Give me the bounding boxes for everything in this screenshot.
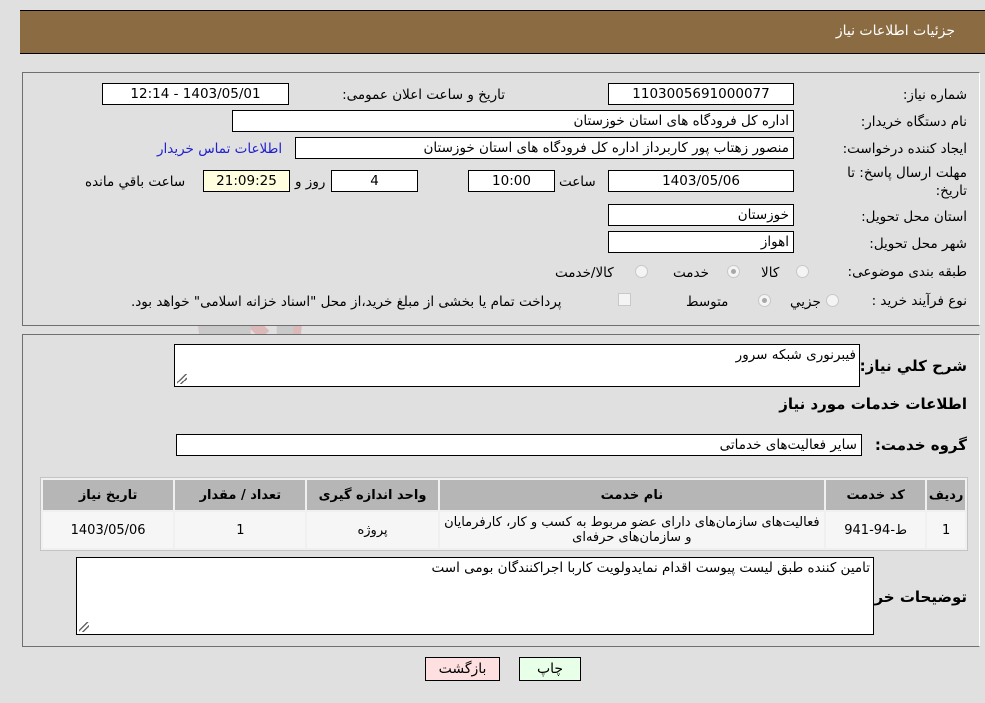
category-radio-goods-service[interactable]: [635, 265, 648, 278]
deadline-time-field: 10:00: [468, 170, 555, 192]
service-group-label: گروه خدمت:: [874, 436, 967, 454]
services-heading: اطلاعات خدمات مورد نیاز: [779, 395, 967, 413]
creator-label: ایجاد کننده درخواست:: [842, 141, 967, 157]
days-remaining-field: 4: [331, 170, 418, 192]
province-label: استان محل تحویل:: [861, 209, 967, 225]
page-title: جزئیات اطلاعات نیاز: [835, 23, 955, 39]
city-label: شهر محل تحویل:: [869, 236, 967, 252]
services-table: ردیف کد خدمت نام خدمت واحد اندازه گیری ت…: [40, 477, 968, 551]
announce-label: تاریخ و ساعت اعلان عمومی:: [342, 87, 505, 103]
need-number-field: 1103005691000077: [608, 83, 794, 105]
buyer-org-field: اداره کل فرودگاه های استان خوزستان: [232, 110, 794, 132]
col-header-service-code: کد خدمت: [826, 480, 926, 510]
remaining-time-field: 21:09:25: [203, 170, 290, 192]
process-radio-minor[interactable]: [826, 294, 839, 307]
back-button[interactable]: بازگشت: [425, 657, 500, 681]
category-label: طبقه بندی موضوعی:: [847, 264, 967, 280]
process-label: نوع فرآیند خرید :: [871, 293, 967, 309]
col-header-need-date: تاریخ نیاز: [43, 480, 174, 510]
print-button[interactable]: چاپ: [519, 657, 581, 681]
description-textarea[interactable]: فیبرنوری شبکه سرور: [174, 344, 860, 387]
announce-datetime-field: 1403/05/01 - 12:14: [102, 83, 289, 105]
cell-unit: پروژه: [307, 512, 438, 548]
category-option-goods-service: کالا/خدمت: [555, 265, 614, 281]
cell-service-code: ط-94-941: [826, 512, 926, 548]
resize-grip-icon[interactable]: [79, 622, 89, 632]
category-radio-service[interactable]: [727, 265, 740, 278]
process-option-minor: جزيي: [790, 294, 821, 310]
description-label: شرح کلي نیاز:: [859, 357, 967, 375]
service-group-field: سایر فعالیت‌های خدماتی: [176, 434, 862, 456]
need-summary-panel: شرح کلي نیاز: فیبرنوری شبکه سرور اطلاعات…: [22, 334, 980, 647]
deadline-label-2: تاریخ:: [935, 183, 967, 199]
buyer-contact-link[interactable]: اطلاعات تماس خریدار: [157, 141, 282, 157]
buyer-notes-text: تامین کننده طبق لیست پیوست اقدام نمایدول…: [431, 560, 870, 576]
description-text: فیبرنوری شبکه سرور: [735, 347, 856, 363]
need-details-panel: شماره نیاز: 1103005691000077 تاریخ و ساع…: [22, 72, 980, 326]
remaining-label: ساعت باقي مانده: [85, 174, 186, 190]
deadline-label: مهلت ارسال پاسخ: تا: [847, 165, 967, 181]
category-option-service: خدمت: [673, 265, 709, 281]
page-header: جزئیات اطلاعات نیاز: [20, 10, 985, 54]
deadline-date-field: 1403/05/06: [608, 170, 794, 192]
table-header-row: ردیف کد خدمت نام خدمت واحد اندازه گیری ت…: [43, 480, 965, 510]
buyer-notes-textarea[interactable]: تامین کننده طبق لیست پیوست اقدام نمایدول…: [76, 557, 874, 635]
buyer-org-label: نام دستگاه خریدار:: [860, 114, 967, 130]
process-radio-medium[interactable]: [758, 294, 771, 307]
col-header-row-number: ردیف: [927, 480, 965, 510]
resize-grip-icon[interactable]: [177, 374, 187, 384]
col-header-service-name: نام خدمت: [439, 480, 825, 510]
treasury-checkbox[interactable]: [618, 293, 631, 306]
col-header-unit: واحد اندازه گیری: [307, 480, 438, 510]
days-label: روز و: [295, 174, 326, 190]
table-row: 1 ط-94-941 فعالیت‌های سازمان‌های دارای ع…: [43, 512, 965, 548]
process-option-medium: متوسط: [686, 294, 729, 310]
cell-quantity: 1: [175, 512, 306, 548]
cell-need-date: 1403/05/06: [43, 512, 174, 548]
city-field: اهواز: [608, 231, 794, 253]
province-field: خوزستان: [608, 204, 794, 226]
time-label: ساعت: [559, 174, 596, 190]
col-header-quantity: تعداد / مقدار: [175, 480, 306, 510]
cell-service-name: فعالیت‌های سازمان‌های دارای عضو مربوط به…: [439, 512, 825, 548]
category-option-goods: کالا: [761, 265, 780, 281]
need-number-label: شماره نیاز:: [902, 87, 967, 103]
cell-row-number: 1: [927, 512, 965, 548]
creator-field: منصور زهتاب پور کاربرداز اداره کل فرودگا…: [295, 137, 794, 159]
category-radio-goods[interactable]: [796, 265, 809, 278]
treasury-note: پرداخت تمام یا بخشی از مبلغ خرید،از محل …: [131, 294, 562, 310]
